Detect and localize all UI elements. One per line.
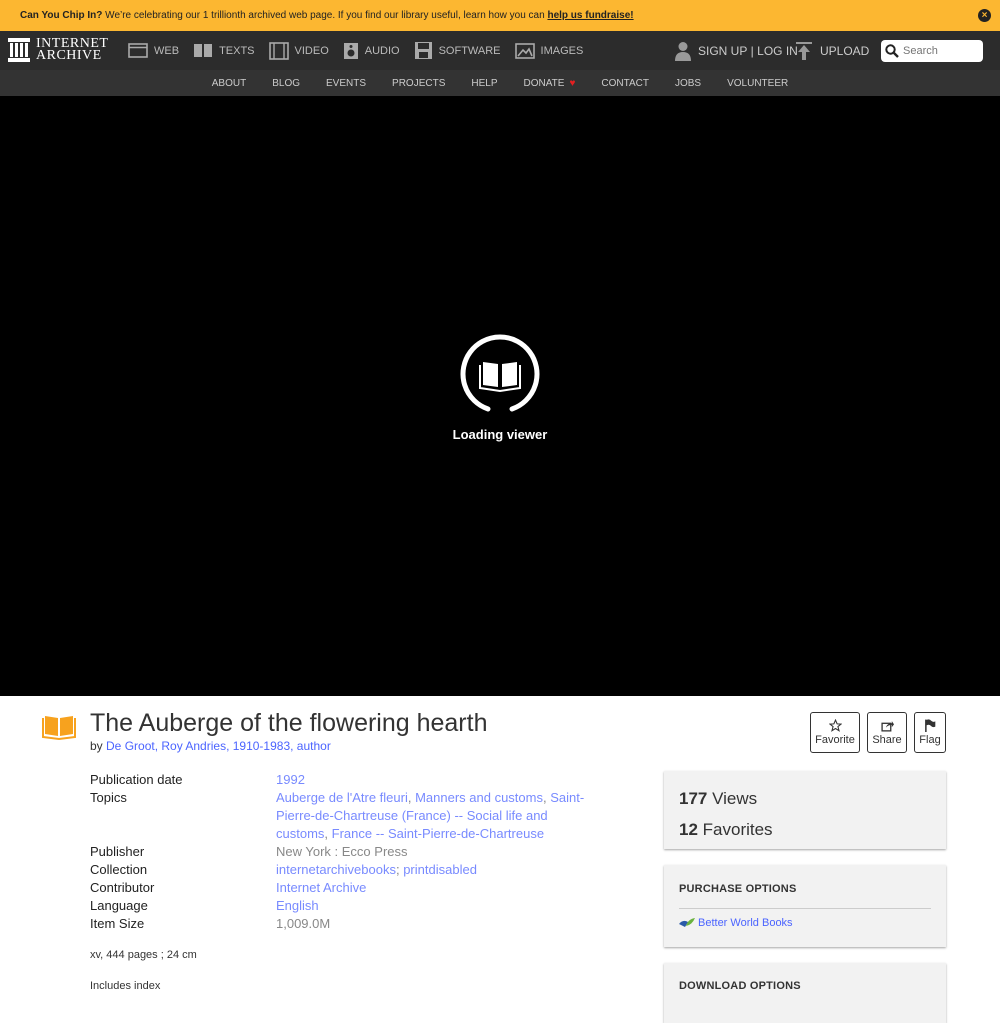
metadata-row-language: Language English [90,898,319,913]
metadata-row-publisher: Publisher New York : Ecco Press [90,844,408,859]
internet-archive-logo[interactable]: INTERNET ARCHIVE [8,37,108,63]
web-icon [128,43,148,58]
item-pages-note: xv, 444 pages ; 24 cm [90,949,197,961]
purchase-options-box: PURCHASE OPTIONS Better World Books [664,865,946,947]
mediatype-menu: WEB TEXTS VIDEO AUDIO SOFTWARE IMAGES [128,31,597,70]
item-actions: Favorite Share Flag [810,712,953,753]
collection-link[interactable]: internetarchivebooks [276,862,396,877]
views-count: 177 Views [679,788,758,808]
video-icon [268,41,289,60]
better-world-books-icon [679,918,695,927]
favorites-count: 12 Favorites [679,819,773,839]
archive-building-icon [8,38,30,62]
nav-blog[interactable]: BLOG [272,78,300,89]
texts-item-icon [42,716,76,740]
mediatype-web[interactable]: WEB [128,43,179,58]
nav-donate[interactable]: DONATE ♥ [524,78,576,89]
topic-link[interactable]: France -- Saint-Pierre-de-Chartreuse [332,826,544,841]
user-menu: SIGN UP | LOG IN [674,31,798,70]
search-icon [885,44,899,58]
mediatype-audio[interactable]: AUDIO [343,42,400,60]
mediatype-texts[interactable]: TEXTS [193,43,255,58]
item-title: The Auberge of the flowering hearth [90,709,488,737]
nav-about[interactable]: ABOUT [212,78,246,89]
topic-link[interactable]: Manners and customs [415,790,543,805]
contributor-link[interactable]: Internet Archive [276,880,366,895]
fundraising-banner: Can You Chip In? We’re celebrating our 1… [0,0,1000,31]
loading-book-icon [460,334,540,412]
flag-button[interactable]: Flag [914,712,946,753]
nav-help[interactable]: HELP [471,78,497,89]
metadata-row-publication-date: Publication date 1992 [90,772,305,787]
logo-line-2: ARCHIVE [36,48,102,63]
sign-up-link[interactable]: SIGN UP [698,44,747,58]
item-index-note: Includes index [90,980,161,992]
collection-link[interactable]: printdisabled [403,862,477,877]
nav-projects[interactable]: PROJECTS [392,78,445,89]
nav-volunteer[interactable]: VOLUNTEER [727,78,788,89]
share-icon [880,720,894,732]
search-input[interactable] [903,45,981,57]
favorite-button[interactable]: Favorite [810,712,860,753]
item-stats-box: 177 Views 12 Favorites [664,771,946,849]
star-icon [828,719,842,732]
pubdate-link[interactable]: 1992 [276,772,305,787]
top-navigation: INTERNET ARCHIVE WEB TEXTS VIDEO AUDIO S… [0,31,1000,70]
share-button[interactable]: Share [867,712,907,753]
flag-icon [925,719,936,732]
metadata-row-topics: Topics Auberge de l'Atre fleuri, Manners… [90,790,585,841]
download-options-heading: DOWNLOAD OPTIONS [679,980,801,992]
log-in-link[interactable]: LOG IN [757,44,798,58]
item-byline: by De Groot, Roy Andries, 1910-1983, aut… [90,739,331,753]
metadata-row-collection: Collection internetarchivebooks; printdi… [90,862,477,877]
item-metadata: Publication date 1992 Topics Auberge de … [90,771,610,933]
divider [679,908,931,909]
banner-text: We’re celebrating our 1 trillionth archi… [102,10,548,21]
purchase-options-heading: PURCHASE OPTIONS [679,883,797,895]
mediatype-software[interactable]: SOFTWARE [414,41,501,60]
better-world-books-link[interactable]: Better World Books [679,917,931,929]
metadata-row-contributor: Contributor Internet Archive [90,880,367,895]
images-icon [514,42,535,59]
mediatype-video[interactable]: VIDEO [268,41,329,60]
software-icon [414,42,432,59]
nav-contact[interactable]: CONTACT [601,78,649,89]
banner-close-icon[interactable]: × [978,9,991,22]
mediatype-images[interactable]: IMAGES [514,42,583,59]
author-link[interactable]: De Groot, Roy Andries, 1910-1983, author [106,739,331,753]
language-link[interactable]: English [276,898,319,913]
nav-jobs[interactable]: JOBS [675,78,701,89]
search-box[interactable] [881,40,983,62]
upload-button[interactable]: UPLOAD [796,31,869,70]
texts-icon [194,44,213,57]
metadata-row-item-size: Item Size 1,009.0M [90,916,331,931]
download-options-box: DOWNLOAD OPTIONS [664,963,946,1023]
banner-heading: Can You Chip In? [20,10,103,21]
loading-viewer-text: Loading viewer [452,427,548,442]
user-icon [675,41,691,61]
audio-icon [343,42,358,59]
secondary-navigation: ABOUT BLOG EVENTS PROJECTS HELP DONATE ♥ … [0,70,1000,96]
topic-link[interactable]: Auberge de l'Atre fleuri [276,790,408,805]
upload-icon [796,41,812,60]
book-viewer[interactable]: Loading viewer [0,96,1000,696]
heart-icon: ♥ [569,77,576,89]
banner-fundraise-link[interactable]: help us fundraise! [547,10,633,21]
nav-events[interactable]: EVENTS [326,78,366,89]
